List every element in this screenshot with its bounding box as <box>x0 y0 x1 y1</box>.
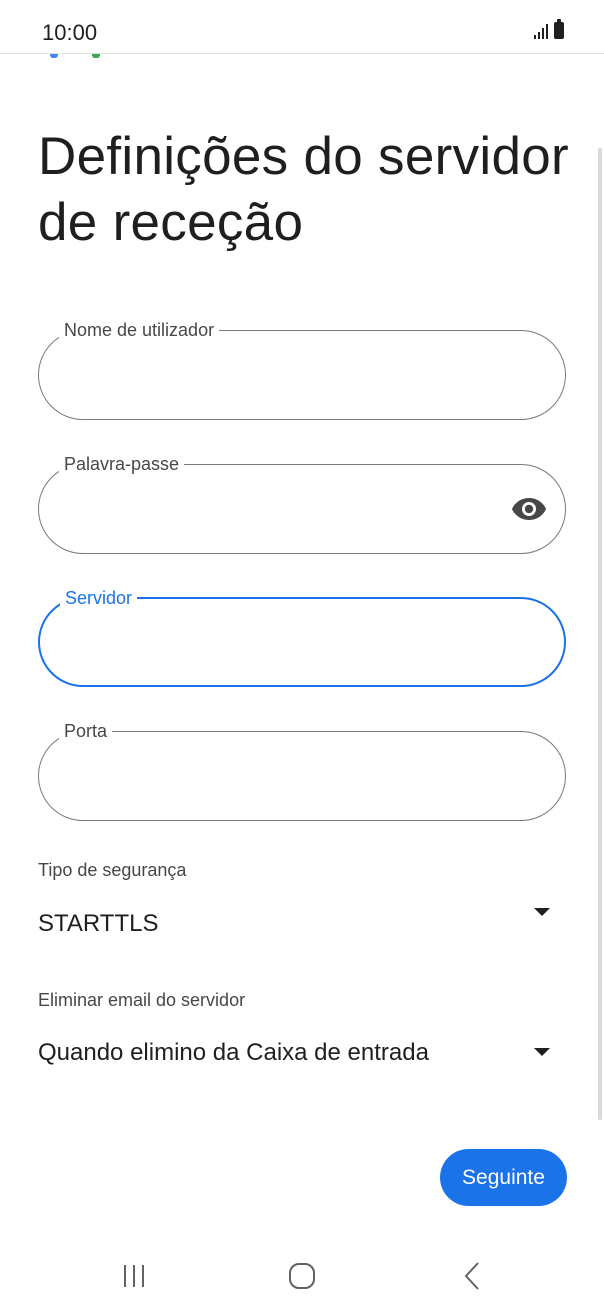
caret-down-icon <box>534 908 550 916</box>
username-label: Nome de utilizador <box>59 320 220 340</box>
battery-icon <box>554 19 564 39</box>
password-label: Palavra-passe <box>59 454 185 474</box>
back-button[interactable] <box>442 1256 502 1296</box>
server-field[interactable]: Servidor <box>38 588 566 687</box>
show-password-button[interactable] <box>511 496 547 522</box>
back-icon <box>464 1262 479 1290</box>
security-type-label: Tipo de segurança <box>38 860 187 880</box>
logo-fragment-green <box>92 54 100 58</box>
caret-down-icon <box>534 1048 550 1056</box>
security-type-value: STARTTLS <box>38 910 159 937</box>
delete-email-value: Quando elimino da Caixa de entrada <box>38 1039 429 1066</box>
server-label: Servidor <box>60 588 138 608</box>
security-type-select[interactable]: STARTTLS <box>0 890 604 950</box>
username-input[interactable] <box>65 357 495 393</box>
delete-email-select[interactable]: Quando elimino da Caixa de entrada <box>0 1020 604 1080</box>
server-input[interactable] <box>66 625 494 661</box>
password-input[interactable] <box>65 491 495 527</box>
recents-icon <box>124 1265 144 1287</box>
delete-email-label: Eliminar email do servidor <box>38 990 246 1010</box>
eye-icon <box>512 498 546 520</box>
next-button[interactable]: Seguinte <box>440 1149 567 1206</box>
home-button[interactable] <box>272 1256 332 1296</box>
recents-button[interactable] <box>104 1256 164 1296</box>
navigation-bar <box>0 1236 604 1310</box>
password-field[interactable]: Palavra-passe <box>38 454 566 554</box>
status-icons <box>534 19 564 39</box>
username-field[interactable]: Nome de utilizador <box>38 320 566 420</box>
status-time: 10:00 <box>42 20 98 45</box>
logo-fragment-blue <box>50 54 58 58</box>
home-icon <box>289 1263 315 1289</box>
status-bar: 10:00 <box>0 0 604 54</box>
port-label: Porta <box>59 721 113 741</box>
page-title: Definições do servidor de receção <box>38 127 569 252</box>
signal-icon <box>534 23 548 39</box>
port-input[interactable] <box>65 758 495 794</box>
scrollbar[interactable] <box>598 148 602 1120</box>
port-field[interactable]: Porta <box>38 721 566 821</box>
